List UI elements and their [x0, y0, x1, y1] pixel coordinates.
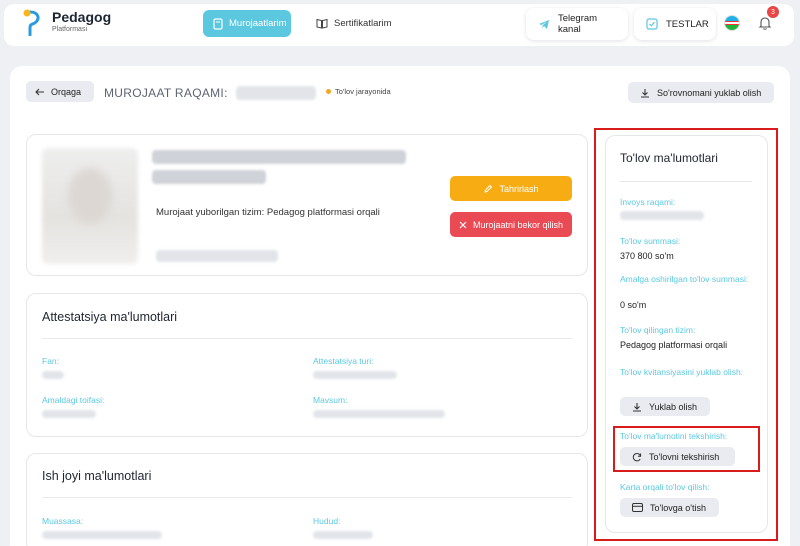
- download-survey-label: So'rovnomani yuklab olish: [657, 87, 762, 98]
- status-text: To'lov jarayonida: [335, 87, 391, 96]
- request-number-redacted: [236, 86, 316, 100]
- phone-redacted: [156, 250, 278, 262]
- edit-button[interactable]: Tahrirlash: [450, 176, 572, 201]
- institution-label: Muassasa:: [42, 516, 84, 526]
- highlight-payment-panel: [594, 128, 778, 541]
- book-icon: [316, 18, 328, 29]
- checkbox-icon: [646, 18, 658, 30]
- telegram-icon: [538, 19, 550, 30]
- profile-photo-face: [68, 168, 112, 224]
- brand[interactable]: Pedagog Platformasi: [52, 10, 111, 33]
- pedagog-logo[interactable]: [22, 8, 42, 36]
- back-label: Orqaga: [51, 86, 82, 97]
- season-value-redacted: [313, 410, 445, 418]
- request-number-label: MUROJAAT RAQAMI:: [104, 86, 228, 100]
- download-survey-button[interactable]: So'rovnomani yuklab olish: [628, 82, 774, 103]
- institution-value-redacted: [42, 531, 162, 539]
- brand-name: Pedagog: [52, 9, 112, 25]
- tests-label: TESTLAR: [666, 18, 709, 30]
- status-badge: To'lov jarayonida: [326, 87, 391, 96]
- telegram-channel-button[interactable]: Telegram kanal: [526, 8, 628, 40]
- back-button[interactable]: Orqaga: [26, 81, 94, 102]
- telegram-label: Telegram kanal: [558, 13, 598, 35]
- nav-murojaatlarim-label: Murojaatlarim: [229, 18, 287, 29]
- cancel-request-button[interactable]: Murojaatni bekor qilish: [450, 212, 572, 237]
- attestation-type-label: Attestatsiya turi:: [313, 356, 374, 366]
- attestation-title: Attestatsiya ma'lumotlari: [42, 310, 178, 324]
- close-icon: [459, 221, 467, 229]
- document-icon: [213, 17, 223, 30]
- download-icon: [640, 88, 650, 98]
- uzbek-flag-icon[interactable]: [724, 15, 740, 31]
- notification-badge: 3: [767, 6, 779, 18]
- brand-subtitle: Platformasi: [52, 26, 88, 33]
- nav-sertifikatlarim-label: Sertifikatlarim: [334, 18, 392, 29]
- arrow-left-icon: [35, 88, 45, 96]
- status-dot: [326, 89, 331, 94]
- attestation-type-redacted: [313, 371, 397, 379]
- nav-murojaatlarim[interactable]: Murojaatlarim: [203, 10, 291, 37]
- full-name-redacted-line2: [152, 170, 266, 184]
- category-value-redacted: [42, 410, 96, 418]
- edit-label: Tahrirlash: [499, 183, 539, 194]
- category-label: Amaldagi toifasi:: [42, 395, 105, 405]
- attestation-divider: [42, 338, 572, 339]
- cancel-label: Murojaatni bekor qilish: [472, 219, 564, 230]
- region-value-redacted: [313, 531, 373, 539]
- season-label: Mavsum:: [313, 395, 348, 405]
- platform-text: Murojaat yuborilgan tizim: Pedagog platf…: [156, 207, 380, 218]
- fan-label: Fan:: [42, 356, 60, 366]
- tests-button[interactable]: TESTLAR: [634, 8, 716, 40]
- nav-sertifikatlarim[interactable]: Sertifikatlarim: [306, 10, 402, 37]
- region-label: Hudud:: [313, 516, 341, 526]
- full-name-redacted: [152, 150, 406, 164]
- workplace-title: Ish joyi ma'lumotlari: [42, 469, 152, 483]
- pencil-icon: [483, 184, 493, 194]
- highlight-check-payment: [613, 426, 760, 472]
- fan-value-redacted: [42, 371, 64, 379]
- workplace-divider: [42, 497, 572, 498]
